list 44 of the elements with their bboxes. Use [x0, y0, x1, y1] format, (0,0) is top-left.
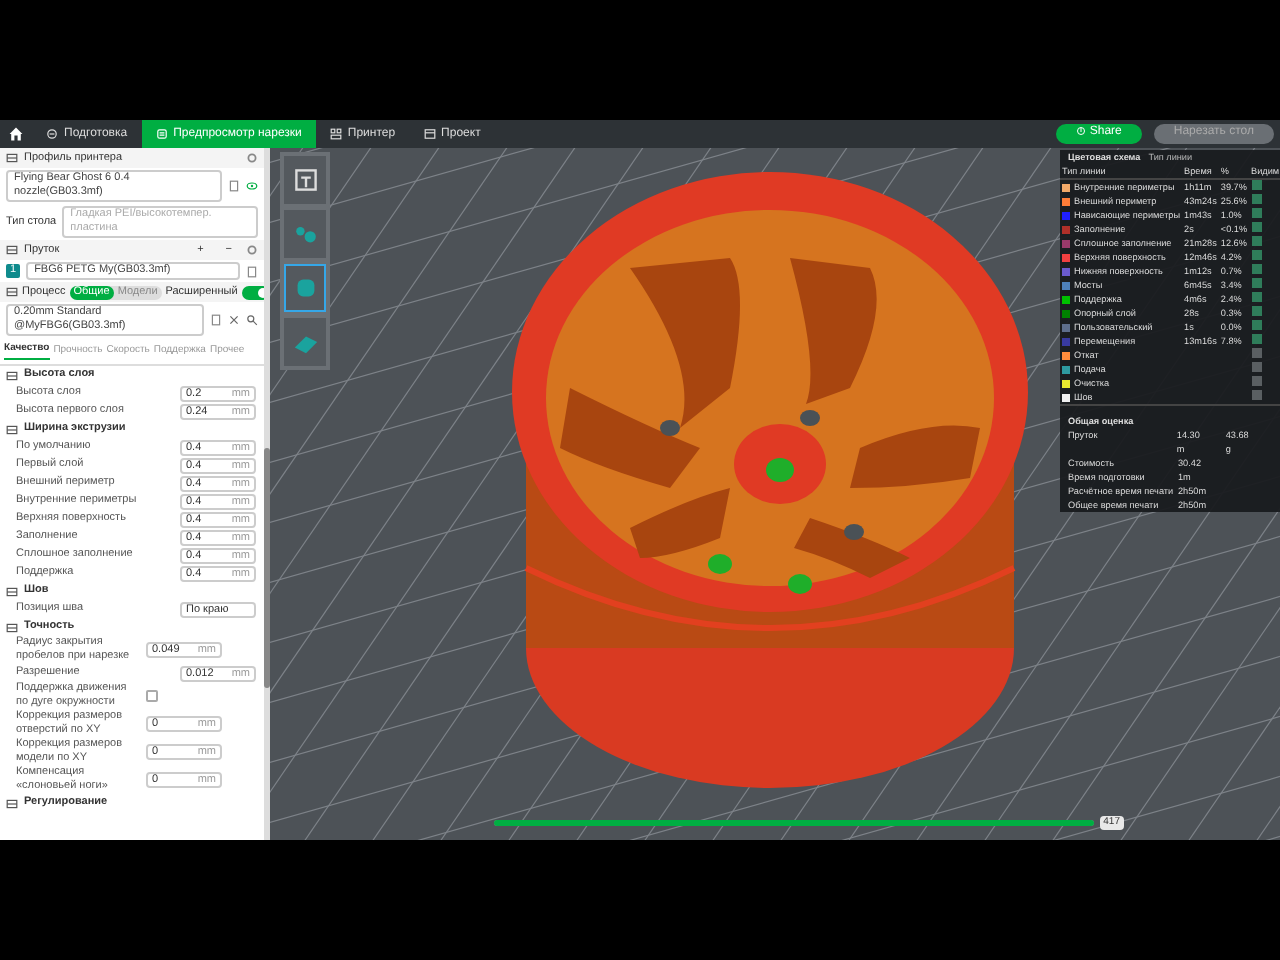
visibility-checkbox[interactable] — [1251, 390, 1262, 400]
section-icon — [6, 423, 18, 435]
checkbox[interactable] — [146, 690, 158, 702]
visibility-checkbox[interactable] — [1251, 348, 1262, 358]
filament-icon — [6, 244, 18, 256]
visibility-checkbox[interactable] — [1251, 194, 1262, 204]
visibility-checkbox[interactable] — [1251, 306, 1262, 316]
visibility-checkbox[interactable] — [1251, 292, 1262, 302]
share-icon — [1075, 126, 1086, 137]
section-icon — [6, 797, 18, 809]
visibility-checkbox[interactable] — [1251, 376, 1262, 386]
grid-icon — [329, 128, 342, 140]
section-icon — [6, 585, 18, 597]
plate-thumbnail[interactable] — [284, 318, 326, 366]
settings-icon[interactable] — [246, 152, 258, 164]
visibility-checkbox[interactable] — [1251, 320, 1262, 330]
visibility-checkbox[interactable] — [1251, 250, 1262, 260]
settings-icon[interactable] — [246, 244, 258, 256]
circle-icon — [46, 128, 58, 140]
printer-icon — [6, 152, 18, 164]
plate-thumbnail[interactable] — [284, 210, 326, 258]
visibility-checkbox[interactable] — [1251, 180, 1262, 190]
slider-fill[interactable] — [494, 820, 1094, 826]
visibility-checkbox[interactable] — [1251, 222, 1262, 232]
search-icon[interactable] — [246, 314, 258, 326]
scrollbar[interactable] — [264, 148, 270, 840]
window-icon — [423, 128, 436, 140]
section-icon — [6, 369, 18, 381]
preview-icon — [155, 128, 168, 140]
home-icon[interactable] — [8, 126, 24, 142]
visibility-checkbox[interactable] — [1251, 208, 1262, 218]
edit-icon[interactable] — [246, 265, 258, 277]
edit-icon[interactable] — [228, 180, 240, 192]
plate-tool-icon[interactable] — [293, 168, 317, 192]
visibility-checkbox[interactable] — [1251, 334, 1262, 344]
visibility-checkbox[interactable] — [1251, 278, 1262, 288]
process-icon — [6, 286, 18, 298]
plate-thumbnail[interactable] — [284, 264, 326, 312]
visibility-checkbox[interactable] — [1251, 362, 1262, 372]
edit-icon[interactable] — [210, 314, 222, 326]
section-icon — [6, 621, 18, 633]
visibility-checkbox[interactable] — [1251, 236, 1262, 246]
visibility-checkbox[interactable] — [1251, 264, 1262, 274]
close-icon[interactable] — [228, 314, 240, 326]
